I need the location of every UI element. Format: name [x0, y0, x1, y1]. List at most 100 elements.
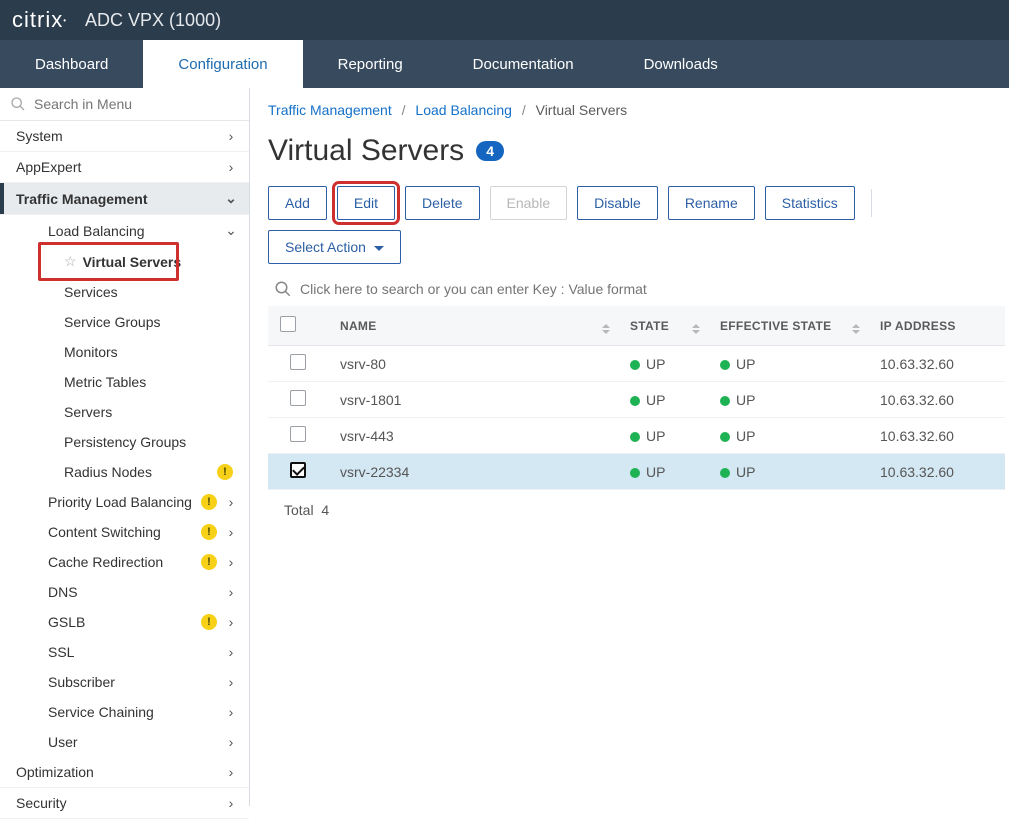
table-search-input[interactable]: [300, 281, 1003, 297]
sidebar-item-monitors[interactable]: Monitors: [0, 337, 249, 367]
row-checkbox[interactable]: [290, 462, 306, 478]
chevron-right-icon: ›: [223, 644, 239, 660]
page-title: Virtual Servers: [268, 134, 464, 168]
edit-button[interactable]: Edit: [337, 186, 395, 220]
statistics-button[interactable]: Statistics: [765, 186, 855, 220]
table-row[interactable]: vsrv-22334UPUP10.63.32.60: [268, 454, 1005, 490]
count-badge: 4: [476, 141, 504, 161]
product-name: ADC VPX (1000): [85, 10, 221, 31]
sidebar-item-ssl[interactable]: SSL›: [0, 637, 249, 667]
cell-name: vsrv-443: [328, 418, 618, 454]
cell-ip: 10.63.32.60: [868, 346, 1005, 382]
cell-state: UP: [618, 346, 708, 382]
cell-effective-state: UP: [708, 382, 868, 418]
sidebar-item-dns[interactable]: DNS›: [0, 577, 249, 607]
star-icon: ☆: [64, 253, 77, 270]
sidebar-item-system[interactable]: System›: [0, 121, 249, 152]
cell-ip: 10.63.32.60: [868, 418, 1005, 454]
table-row[interactable]: vsrv-1801UPUP10.63.32.60: [268, 382, 1005, 418]
add-button[interactable]: Add: [268, 186, 327, 220]
sidebar-item-persistency-groups[interactable]: Persistency Groups: [0, 427, 249, 457]
sidebar-item-content-switching[interactable]: Content Switching!›: [0, 517, 249, 547]
sidebar-item-label: Persistency Groups: [64, 434, 239, 450]
sidebar-item-load-balancing[interactable]: Load Balancing⌄: [0, 215, 249, 246]
sidebar-item-radius-nodes[interactable]: Radius Nodes!: [0, 457, 249, 487]
tab-downloads[interactable]: Downloads: [609, 40, 753, 88]
sidebar-item-traffic-management[interactable]: Traffic Management⌄: [0, 183, 249, 215]
sidebar-item-virtual-servers[interactable]: ☆ Virtual Servers: [0, 246, 249, 277]
col-state[interactable]: STATE: [618, 306, 708, 346]
breadcrumb-current: Virtual Servers: [536, 102, 628, 118]
row-checkbox[interactable]: [290, 390, 306, 406]
toolbar: Add Edit Delete Enable Disable Rename St…: [268, 186, 1009, 264]
row-checkbox[interactable]: [290, 426, 306, 442]
search-icon: [10, 96, 26, 112]
chevron-right-icon: ›: [223, 795, 239, 811]
sidebar-item-label: Traffic Management: [16, 191, 223, 207]
sidebar-item-label: Load Balancing: [48, 223, 223, 239]
breadcrumb-link[interactable]: Traffic Management: [268, 102, 392, 118]
sidebar-item-label: DNS: [48, 584, 223, 600]
sidebar-item-optimization[interactable]: Optimization›: [0, 757, 249, 788]
sidebar-item-cache-redirection[interactable]: Cache Redirection!›: [0, 547, 249, 577]
cell-name: vsrv-22334: [328, 454, 618, 490]
chevron-down-icon: ⌄: [223, 190, 239, 207]
status-dot-icon: [720, 468, 730, 478]
chevron-right-icon: ›: [223, 764, 239, 780]
tab-dashboard[interactable]: Dashboard: [0, 40, 143, 88]
status-dot-icon: [720, 360, 730, 370]
sidebar-item-label: SSL: [48, 644, 223, 660]
sidebar-item-subscriber[interactable]: Subscriber›: [0, 667, 249, 697]
chevron-right-icon: ›: [223, 674, 239, 690]
select-all-checkbox[interactable]: [280, 316, 296, 332]
sidebar-item-security[interactable]: Security›: [0, 788, 249, 819]
sidebar-item-appexpert[interactable]: AppExpert›: [0, 152, 249, 183]
sidebar-item-user[interactable]: User›: [0, 727, 249, 757]
breadcrumb-link[interactable]: Load Balancing: [415, 102, 512, 118]
row-checkbox[interactable]: [290, 354, 306, 370]
table-row[interactable]: vsrv-80UPUP10.63.32.60: [268, 346, 1005, 382]
total-row: Total 4: [268, 490, 1009, 530]
col-name[interactable]: NAME: [328, 306, 618, 346]
search-icon: [274, 280, 292, 298]
sidebar-search[interactable]: [0, 88, 249, 121]
rename-button[interactable]: Rename: [668, 186, 755, 220]
table-search[interactable]: [268, 276, 1009, 302]
delete-button[interactable]: Delete: [405, 186, 479, 220]
chevron-right-icon: ›: [223, 159, 239, 175]
virtual-servers-table: NAME STATE EFFECTIVE STATE IP ADDRESS vs…: [268, 306, 1005, 490]
sidebar-item-label: System: [16, 128, 223, 144]
table-row[interactable]: vsrv-443UPUP10.63.32.60: [268, 418, 1005, 454]
sidebar-item-metric-tables[interactable]: Metric Tables: [0, 367, 249, 397]
sidebar-search-input[interactable]: [34, 96, 239, 112]
sidebar-item-label: Subscriber: [48, 674, 223, 690]
col-effective-state[interactable]: EFFECTIVE STATE: [708, 306, 868, 346]
disable-button[interactable]: Disable: [577, 186, 658, 220]
cell-name: vsrv-1801: [328, 382, 618, 418]
tab-documentation[interactable]: Documentation: [438, 40, 609, 88]
tab-configuration[interactable]: Configuration: [143, 40, 302, 88]
breadcrumb: Traffic Management / Load Balancing / Vi…: [268, 88, 1009, 124]
sidebar-item-service-chaining[interactable]: Service Chaining›: [0, 697, 249, 727]
sidebar-item-services[interactable]: Services: [0, 277, 249, 307]
logo: citrix•: [12, 7, 67, 33]
chevron-right-icon: ›: [223, 584, 239, 600]
cell-effective-state: UP: [708, 346, 868, 382]
sidebar-item-priority-load-balancing[interactable]: Priority Load Balancing!›: [0, 487, 249, 517]
sidebar-item-gslb[interactable]: GSLB!›: [0, 607, 249, 637]
sidebar-item-servers[interactable]: Servers: [0, 397, 249, 427]
enable-button[interactable]: Enable: [490, 186, 568, 220]
select-action-dropdown[interactable]: Select Action: [268, 230, 401, 264]
cell-effective-state: UP: [708, 418, 868, 454]
sidebar-item-service-groups[interactable]: Service Groups: [0, 307, 249, 337]
warning-icon: !: [201, 494, 217, 510]
cell-effective-state: UP: [708, 454, 868, 490]
cell-state: UP: [618, 382, 708, 418]
tab-reporting[interactable]: Reporting: [303, 40, 438, 88]
col-ip[interactable]: IP ADDRESS: [868, 306, 1005, 346]
chevron-right-icon: ›: [223, 734, 239, 750]
sidebar-item-label: AppExpert: [16, 159, 223, 175]
cell-state: UP: [618, 454, 708, 490]
sidebar-item-label: Virtual Servers: [83, 254, 239, 270]
sidebar-item-label: Cache Redirection: [48, 554, 201, 570]
